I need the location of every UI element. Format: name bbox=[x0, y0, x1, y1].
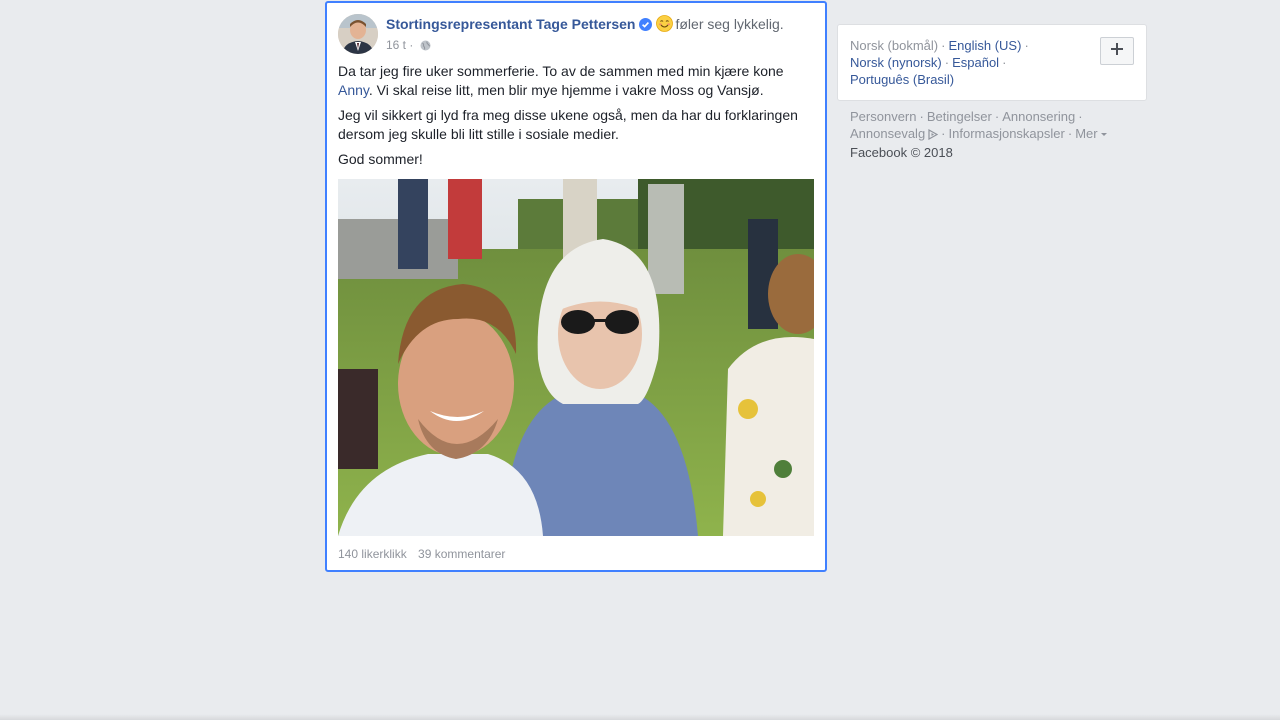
current-language: Norsk (bokmål) bbox=[850, 38, 939, 53]
tagged-person-link[interactable]: Anny bbox=[338, 82, 369, 98]
post-text-segment: . Vi skal reise litt, men blir mye hjemm… bbox=[368, 82, 764, 98]
post-paragraph-2: Jeg vil sikkert gi lyd fra meg disse uke… bbox=[338, 107, 798, 142]
separator: · bbox=[941, 38, 946, 53]
language-option-espanol[interactable]: Español bbox=[952, 55, 999, 70]
separator: · bbox=[1078, 109, 1083, 124]
smiling-face-emoji-icon bbox=[656, 15, 674, 36]
comments-count[interactable]: 39 kommentarer bbox=[418, 547, 505, 561]
language-option-english[interactable]: English (US) bbox=[948, 38, 1021, 53]
more-languages-button[interactable] bbox=[1100, 37, 1134, 65]
caret-down-icon[interactable] bbox=[1100, 133, 1107, 137]
separator: · bbox=[944, 55, 950, 70]
verified-badge-icon bbox=[639, 17, 653, 35]
separator: · bbox=[1067, 126, 1073, 141]
language-selector-box: Norsk (bokmål) · English (US) · Norsk (nyno… bbox=[837, 24, 1147, 101]
post-header: Stortingsrepresentant Tage Pettersen føl… bbox=[338, 14, 814, 56]
post-card: Stortingsrepresentant Tage Pettersen føl… bbox=[325, 1, 827, 572]
author-avatar[interactable] bbox=[338, 14, 378, 54]
likes-count[interactable]: 140 likerklikk bbox=[338, 547, 407, 561]
separator: · bbox=[1002, 55, 1007, 70]
author-line: Stortingsrepresentant Tage Pettersen føl… bbox=[386, 15, 784, 36]
author-name-link[interactable]: Stortingsrepresentant Tage Pettersen bbox=[386, 16, 635, 32]
bottom-shadow bbox=[0, 714, 1280, 720]
post-stats: 140 likerklikk 39 kommentarer bbox=[338, 547, 513, 561]
footer-link-more[interactable]: Mer bbox=[1075, 126, 1097, 141]
post-paragraph-1: Da tar jeg fire uker sommerferie. To av … bbox=[338, 62, 814, 100]
globe-icon[interactable] bbox=[420, 39, 431, 55]
plus-icon bbox=[1111, 42, 1123, 60]
post-timestamp[interactable]: 16 t bbox=[386, 38, 406, 52]
separator: · bbox=[941, 126, 946, 141]
footer-link-privacy[interactable]: Personvern bbox=[850, 109, 916, 124]
language-option-portugues[interactable]: Português (Brasil) bbox=[850, 72, 954, 87]
footer-link-cookies[interactable]: Informasjonskapsler bbox=[949, 126, 1065, 141]
footer-link-terms[interactable]: Betingelser bbox=[927, 109, 992, 124]
language-list: Norsk (bokmål) · English (US) · Norsk (nyno… bbox=[850, 37, 1050, 88]
copyright: Facebook © 2018 bbox=[850, 145, 953, 160]
separator: · bbox=[994, 109, 1000, 124]
separator: · bbox=[919, 109, 924, 124]
post-text: Da tar jeg fire uker sommerferie. To av … bbox=[338, 62, 814, 175]
feeling-text: føler seg lykkelig. bbox=[675, 16, 784, 32]
language-option-nynorsk[interactable]: Norsk (nynorsk) bbox=[850, 55, 942, 70]
post-meta: 16 t · bbox=[386, 37, 431, 55]
page-footer: Personvern · Betingelser · Annonsering · Anno… bbox=[850, 108, 1140, 161]
meta-separator: · bbox=[409, 38, 414, 52]
footer-link-adchoices[interactable]: Annonsevalg bbox=[850, 126, 925, 141]
separator: · bbox=[1024, 38, 1029, 53]
post-paragraph-3: God sommer! bbox=[338, 151, 423, 167]
post-text-segment: Da tar jeg fire uker sommerferie. To av … bbox=[338, 63, 784, 79]
adchoices-icon[interactable] bbox=[928, 127, 939, 144]
post-photo[interactable] bbox=[338, 179, 814, 536]
footer-link-advertising[interactable]: Annonsering bbox=[1002, 109, 1075, 124]
